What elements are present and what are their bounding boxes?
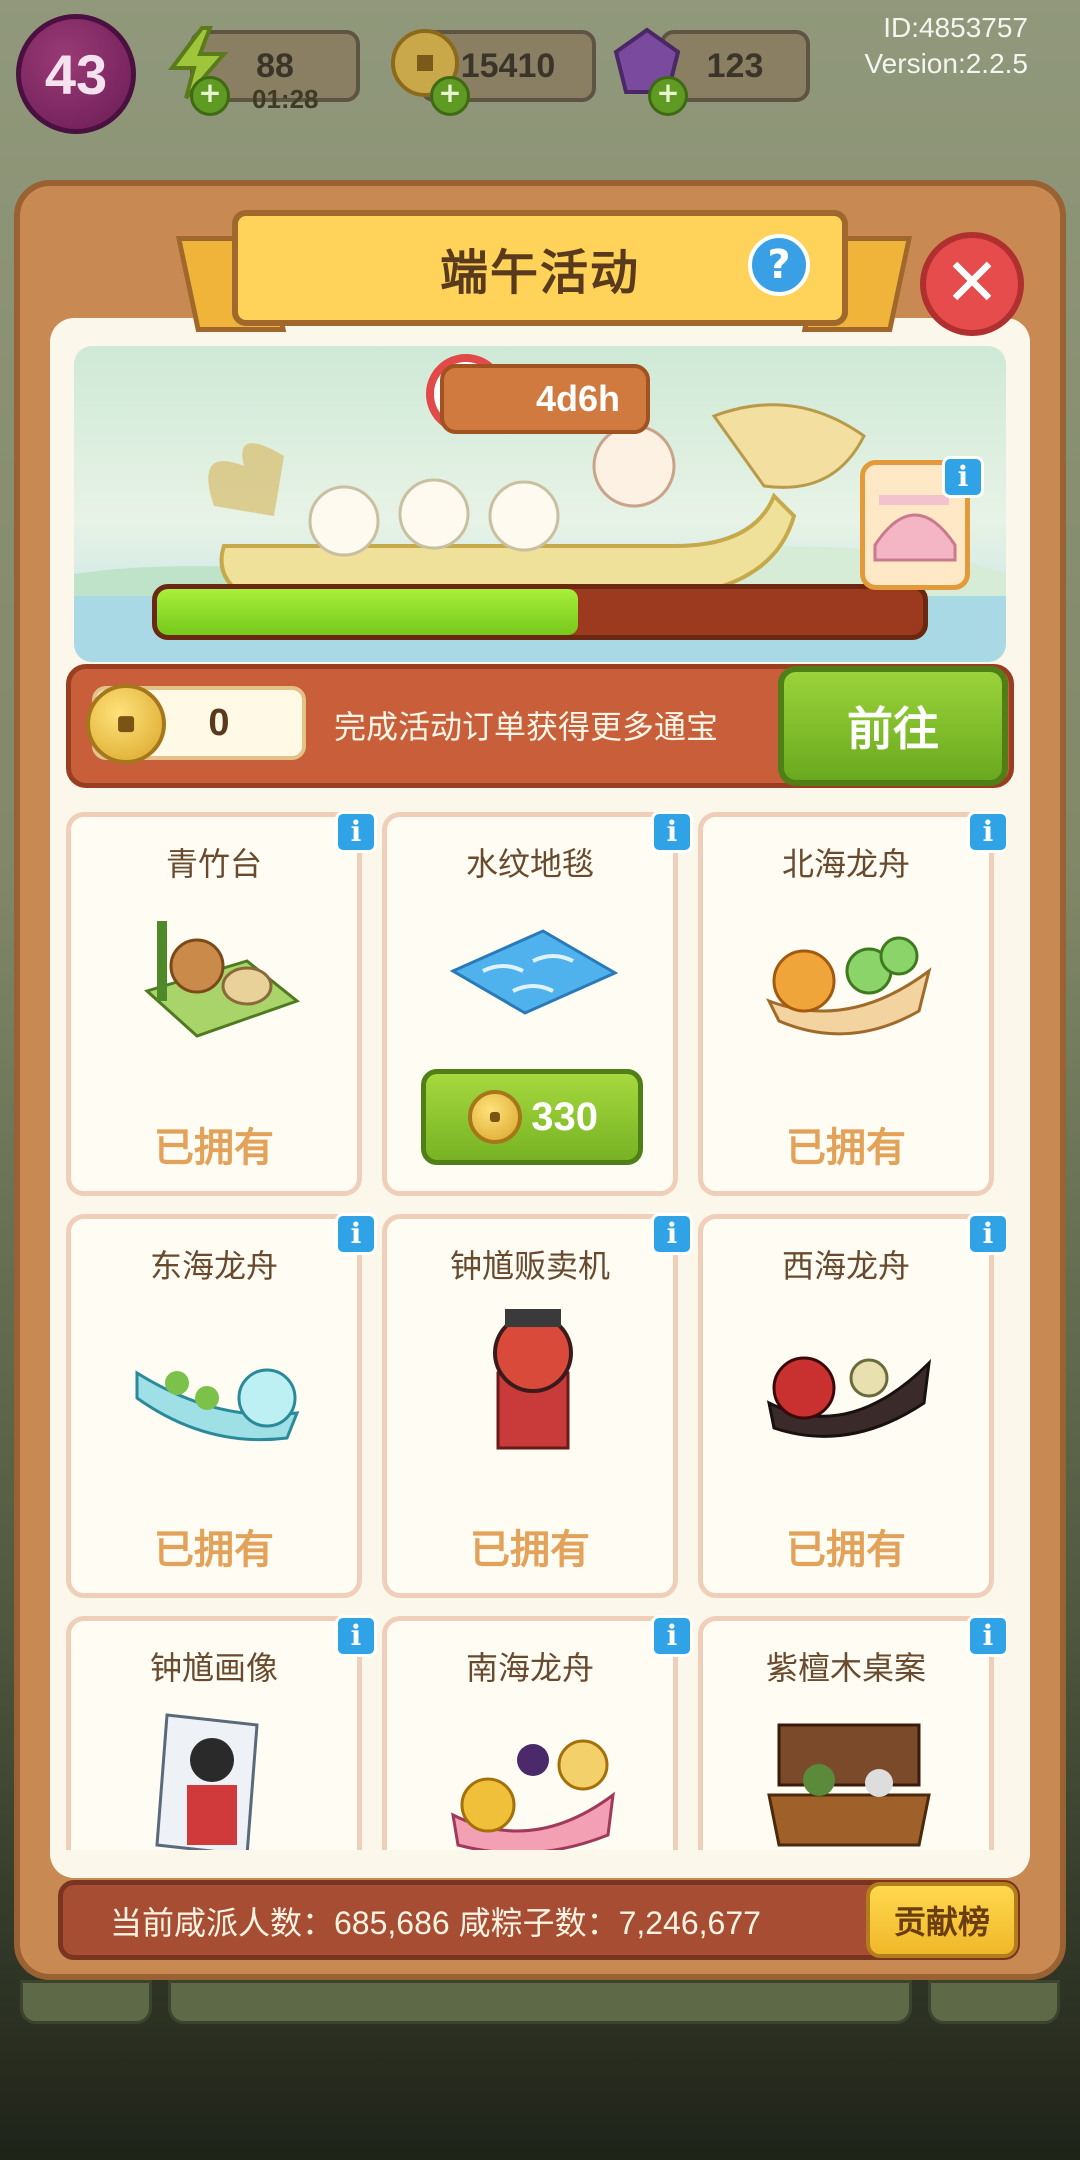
owned-label: 已拥有 — [470, 1528, 590, 1572]
stats-text: 当前咸派人数：685,686 咸粽子数：7,246,677 — [110, 1905, 761, 1941]
item-card[interactable]: 南海龙舟 i — [382, 1615, 693, 1850]
item-card[interactable]: 钟馗画像 i — [66, 1615, 377, 1850]
account-id: ID:4853757 — [883, 12, 1028, 43]
close-button[interactable]: ✕ — [920, 232, 1024, 336]
item-card[interactable]: 紫檀木桌案 i — [698, 1615, 1006, 1850]
north-sea-dragon-boat-icon — [765, 936, 932, 1036]
west-sea-dragon-boat-icon — [766, 1356, 932, 1438]
event-coin-icon — [86, 684, 166, 764]
item-name: 东海龙舟 — [149, 1248, 278, 1284]
item-info-icon[interactable]: i — [967, 812, 1006, 853]
leaderboard-button[interactable]: 贡献榜 — [866, 1882, 1018, 1958]
bamboo-stage-icon — [144, 921, 301, 1038]
item-grid: 青竹台 已拥有 i 水纹地毯 330 i 北海龙舟 已拥有 i 东海龙舟 已拥有… — [66, 812, 1006, 1850]
bottom-tab-right — [928, 1980, 1060, 2024]
panel-title: 端午活动 — [439, 247, 640, 300]
top-hud: 43 88 + 01:28 15410 + 123 + ID:4853757 V… — [0, 0, 1080, 134]
event-timer: 4d6h — [440, 364, 650, 434]
bottom-tab-left — [20, 1980, 152, 2024]
item-card[interactable]: 西海龙舟 已拥有 i — [698, 1213, 1006, 1598]
item-info-icon[interactable]: i — [967, 1615, 1006, 1657]
rosewood-table-icon — [767, 1723, 931, 1847]
zhong-kui-vending-machine-icon — [493, 1309, 573, 1450]
add-energy-button[interactable]: + — [190, 76, 230, 116]
water-rug-icon — [449, 929, 619, 1015]
item-name: 紫檀木桌案 — [765, 1650, 926, 1686]
owned-label: 已拥有 — [786, 1126, 906, 1170]
bottom-tab-middle — [168, 1980, 912, 2024]
zhong-kui-portrait-icon — [155, 1713, 259, 1850]
item-card[interactable]: 东海龙舟 已拥有 i — [66, 1213, 377, 1598]
event-progress-fill — [157, 589, 579, 635]
item-card[interactable]: 北海龙舟 已拥有 i — [698, 812, 1006, 1196]
item-name: 南海龙舟 — [465, 1650, 594, 1686]
east-sea-dragon-boat-icon — [135, 1368, 300, 1442]
item-card[interactable]: 青竹台 已拥有 i — [66, 812, 377, 1196]
reward-info-icon[interactable]: i — [942, 456, 984, 498]
price-coin-icon — [468, 1090, 522, 1144]
item-info-icon[interactable]: i — [651, 812, 693, 853]
event-progress-bar — [152, 584, 928, 640]
item-card[interactable]: 钟馗贩卖机 已拥有 i — [382, 1213, 693, 1598]
item-info-icon[interactable]: i — [651, 1615, 693, 1657]
south-sea-dragon-boat-icon — [451, 1739, 615, 1850]
add-coins-button[interactable]: + — [430, 76, 470, 116]
item-name: 西海龙舟 — [781, 1248, 910, 1284]
item-name: 钟馗画像 — [149, 1650, 278, 1686]
owned-label: 已拥有 — [154, 1528, 274, 1572]
owned-label: 已拥有 — [786, 1528, 906, 1572]
go-button[interactable]: 前往 — [778, 666, 1008, 786]
item-name: 青竹台 — [165, 846, 262, 882]
item-card[interactable]: 水纹地毯 330 i — [382, 812, 693, 1196]
item-info-icon[interactable]: i — [335, 812, 377, 853]
owned-label: 已拥有 — [154, 1126, 274, 1170]
item-name: 水纹地毯 — [465, 846, 594, 882]
item-info-icon[interactable]: i — [335, 1213, 377, 1255]
item-name: 北海龙舟 — [781, 846, 910, 882]
energy-timer: 01:28 — [252, 84, 319, 114]
item-info-icon[interactable]: i — [335, 1615, 377, 1657]
item-info-icon[interactable]: i — [651, 1213, 693, 1255]
account-info: ID:4853757 Version:2.2.5 — [865, 10, 1028, 82]
item-info-icon[interactable]: i — [967, 1213, 1006, 1255]
item-name: 钟馗贩卖机 — [449, 1248, 610, 1284]
add-gems-button[interactable]: + — [648, 76, 688, 116]
buy-button[interactable]: 330 — [421, 1069, 643, 1165]
help-button[interactable]: ? — [748, 234, 810, 296]
version-label: Version:2.2.5 — [864, 48, 1028, 79]
order-hint-text: 完成活动订单获得更多通宝 — [334, 709, 719, 745]
item-price: 330 — [531, 1094, 598, 1139]
level-badge[interactable]: 43 — [16, 14, 136, 134]
